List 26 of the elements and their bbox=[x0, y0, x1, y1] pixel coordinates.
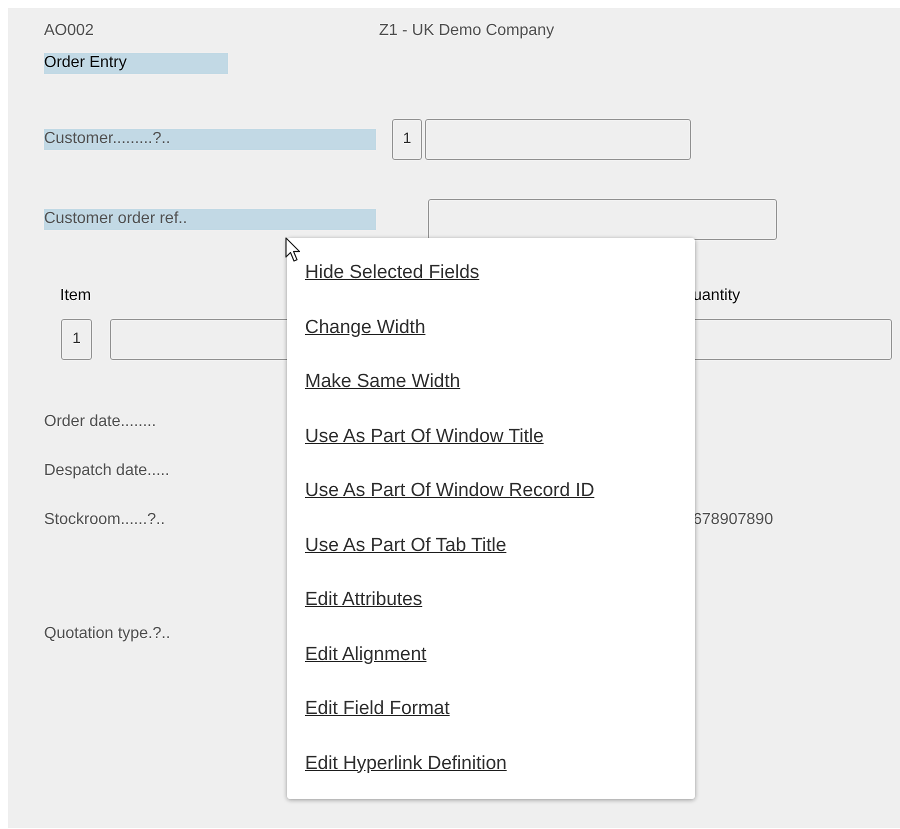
column-heading: uantity bbox=[693, 286, 740, 306]
field-label: Order date........ bbox=[44, 412, 158, 432]
field-label: Quotation type.?.. bbox=[44, 624, 172, 644]
field-label: Despatch date..... bbox=[44, 461, 170, 481]
menu-item[interactable]: Edit Field Format bbox=[287, 694, 695, 748]
menu-item[interactable]: Use As Part Of Tab Title bbox=[287, 530, 695, 585]
field-label: Customer.........?.. bbox=[44, 129, 376, 150]
menu-item[interactable]: Use As Part Of Window Record ID bbox=[287, 476, 695, 530]
form-title: Order Entry bbox=[44, 53, 228, 74]
row-number: 1 bbox=[61, 319, 92, 360]
menu-item[interactable]: Edit Hyperlink Definition bbox=[287, 748, 695, 803]
menu-item[interactable]: Use As Part Of Window Title bbox=[287, 422, 695, 476]
menu-item[interactable]: Hide Selected Fields bbox=[287, 258, 695, 312]
program-code: AO002 bbox=[44, 21, 95, 41]
input-field[interactable] bbox=[428, 199, 777, 240]
occurrence-number: 1 bbox=[392, 119, 422, 160]
company-name: Z1 - UK Demo Company bbox=[379, 21, 554, 41]
field-label: Stockroom......?.. bbox=[44, 510, 166, 530]
menu-item[interactable]: Make Same Width bbox=[287, 367, 695, 422]
input-field[interactable] bbox=[425, 119, 691, 160]
menu-item[interactable]: Change Width bbox=[287, 312, 695, 367]
menu-item[interactable]: Edit Attributes bbox=[287, 585, 695, 640]
field-value: 678907890 bbox=[693, 510, 774, 530]
menu-item[interactable]: Edit Alignment bbox=[287, 640, 695, 694]
column-heading: Item bbox=[60, 286, 92, 306]
field-label: Customer order ref.. bbox=[44, 209, 376, 230]
